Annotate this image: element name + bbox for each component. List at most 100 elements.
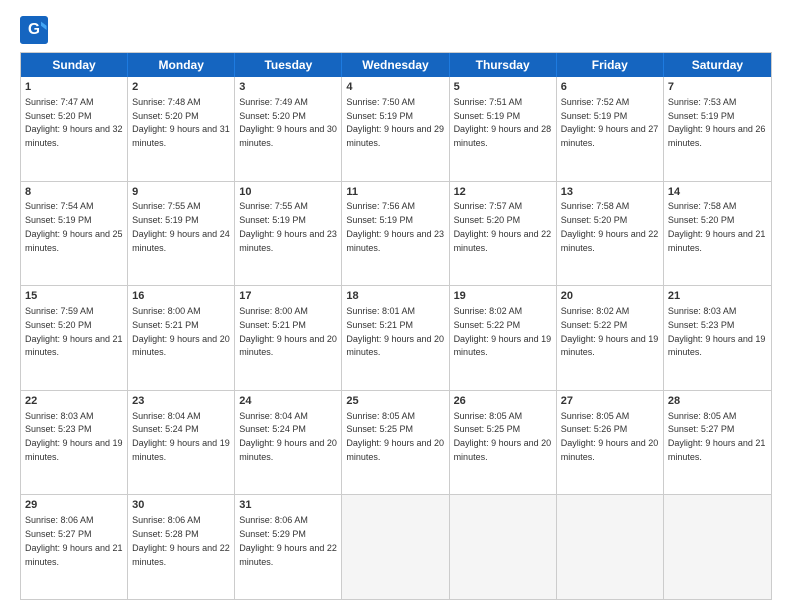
daylight: Daylight: 9 hours and 26 minutes. (668, 124, 766, 148)
sunset: Sunset: 5:20 PM (25, 111, 92, 121)
calendar-cell: 29 Sunrise: 8:06 AM Sunset: 5:27 PM Dayl… (21, 495, 128, 599)
day-number: 28 (668, 394, 767, 409)
sunset: Sunset: 5:19 PM (239, 215, 306, 225)
daylight: Daylight: 9 hours and 22 minutes. (132, 543, 230, 567)
weekday-header: Friday (557, 53, 664, 77)
calendar-cell: 23 Sunrise: 8:04 AM Sunset: 5:24 PM Dayl… (128, 391, 235, 495)
day-number: 31 (239, 498, 337, 513)
calendar-body: 1 Sunrise: 7:47 AM Sunset: 5:20 PM Dayli… (21, 77, 771, 599)
day-number: 19 (454, 289, 552, 304)
calendar-cell: 11 Sunrise: 7:56 AM Sunset: 5:19 PM Dayl… (342, 182, 449, 286)
day-number: 22 (25, 394, 123, 409)
sunrise: Sunrise: 7:47 AM (25, 97, 94, 107)
calendar-cell: 31 Sunrise: 8:06 AM Sunset: 5:29 PM Dayl… (235, 495, 342, 599)
sunset: Sunset: 5:19 PM (132, 215, 199, 225)
sunrise: Sunrise: 8:04 AM (132, 411, 201, 421)
day-number: 27 (561, 394, 659, 409)
daylight: Daylight: 9 hours and 20 minutes. (239, 438, 337, 462)
day-number: 29 (25, 498, 123, 513)
calendar-cell: 13 Sunrise: 7:58 AM Sunset: 5:20 PM Dayl… (557, 182, 664, 286)
weekday-header: Monday (128, 53, 235, 77)
sunset: Sunset: 5:20 PM (668, 215, 735, 225)
daylight: Daylight: 9 hours and 21 minutes. (668, 438, 766, 462)
daylight: Daylight: 9 hours and 19 minutes. (132, 438, 230, 462)
calendar-cell: 25 Sunrise: 8:05 AM Sunset: 5:25 PM Dayl… (342, 391, 449, 495)
day-number: 7 (668, 80, 767, 95)
sunrise: Sunrise: 8:06 AM (239, 515, 308, 525)
day-number: 14 (668, 185, 767, 200)
calendar: SundayMondayTuesdayWednesdayThursdayFrid… (20, 52, 772, 600)
calendar-cell (450, 495, 557, 599)
sunrise: Sunrise: 8:00 AM (239, 306, 308, 316)
day-number: 8 (25, 185, 123, 200)
calendar-cell: 30 Sunrise: 8:06 AM Sunset: 5:28 PM Dayl… (128, 495, 235, 599)
sunset: Sunset: 5:24 PM (239, 424, 306, 434)
sunset: Sunset: 5:22 PM (454, 320, 521, 330)
calendar-cell (557, 495, 664, 599)
sunset: Sunset: 5:27 PM (668, 424, 735, 434)
sunrise: Sunrise: 8:03 AM (668, 306, 737, 316)
calendar-cell: 16 Sunrise: 8:00 AM Sunset: 5:21 PM Dayl… (128, 286, 235, 390)
sunrise: Sunrise: 7:58 AM (561, 201, 630, 211)
sunrise: Sunrise: 8:05 AM (454, 411, 523, 421)
calendar-cell: 28 Sunrise: 8:05 AM Sunset: 5:27 PM Dayl… (664, 391, 771, 495)
day-number: 10 (239, 185, 337, 200)
weekday-header: Saturday (664, 53, 771, 77)
daylight: Daylight: 9 hours and 22 minutes. (561, 229, 659, 253)
daylight: Daylight: 9 hours and 24 minutes. (132, 229, 230, 253)
calendar-cell: 3 Sunrise: 7:49 AM Sunset: 5:20 PM Dayli… (235, 77, 342, 181)
calendar-row: 22 Sunrise: 8:03 AM Sunset: 5:23 PM Dayl… (21, 390, 771, 495)
sunset: Sunset: 5:28 PM (132, 529, 199, 539)
daylight: Daylight: 9 hours and 21 minutes. (668, 229, 766, 253)
sunset: Sunset: 5:19 PM (346, 215, 413, 225)
sunset: Sunset: 5:19 PM (561, 111, 628, 121)
sunrise: Sunrise: 7:54 AM (25, 201, 94, 211)
day-number: 18 (346, 289, 444, 304)
calendar-header: SundayMondayTuesdayWednesdayThursdayFrid… (21, 53, 771, 77)
day-number: 1 (25, 80, 123, 95)
day-number: 13 (561, 185, 659, 200)
day-number: 9 (132, 185, 230, 200)
day-number: 23 (132, 394, 230, 409)
calendar-cell: 14 Sunrise: 7:58 AM Sunset: 5:20 PM Dayl… (664, 182, 771, 286)
day-number: 30 (132, 498, 230, 513)
sunrise: Sunrise: 8:02 AM (454, 306, 523, 316)
daylight: Daylight: 9 hours and 20 minutes. (561, 438, 659, 462)
calendar-cell: 9 Sunrise: 7:55 AM Sunset: 5:19 PM Dayli… (128, 182, 235, 286)
svg-text:G: G (28, 21, 40, 38)
day-number: 15 (25, 289, 123, 304)
calendar-cell: 10 Sunrise: 7:55 AM Sunset: 5:19 PM Dayl… (235, 182, 342, 286)
sunset: Sunset: 5:20 PM (239, 111, 306, 121)
day-number: 3 (239, 80, 337, 95)
calendar-cell: 7 Sunrise: 7:53 AM Sunset: 5:19 PM Dayli… (664, 77, 771, 181)
calendar-cell: 2 Sunrise: 7:48 AM Sunset: 5:20 PM Dayli… (128, 77, 235, 181)
day-number: 16 (132, 289, 230, 304)
calendar-cell: 6 Sunrise: 7:52 AM Sunset: 5:19 PM Dayli… (557, 77, 664, 181)
calendar-cell: 5 Sunrise: 7:51 AM Sunset: 5:19 PM Dayli… (450, 77, 557, 181)
day-number: 25 (346, 394, 444, 409)
sunset: Sunset: 5:20 PM (25, 320, 92, 330)
calendar-cell: 15 Sunrise: 7:59 AM Sunset: 5:20 PM Dayl… (21, 286, 128, 390)
sunrise: Sunrise: 8:05 AM (561, 411, 630, 421)
calendar-cell: 4 Sunrise: 7:50 AM Sunset: 5:19 PM Dayli… (342, 77, 449, 181)
daylight: Daylight: 9 hours and 20 minutes. (239, 334, 337, 358)
day-number: 4 (346, 80, 444, 95)
page: G SundayMondayTuesdayWednesdayThursdayFr… (0, 0, 792, 612)
daylight: Daylight: 9 hours and 19 minutes. (668, 334, 766, 358)
day-number: 11 (346, 185, 444, 200)
daylight: Daylight: 9 hours and 31 minutes. (132, 124, 230, 148)
sunset: Sunset: 5:20 PM (561, 215, 628, 225)
day-number: 24 (239, 394, 337, 409)
daylight: Daylight: 9 hours and 29 minutes. (346, 124, 444, 148)
sunrise: Sunrise: 7:55 AM (132, 201, 201, 211)
sunrise: Sunrise: 7:48 AM (132, 97, 201, 107)
sunset: Sunset: 5:19 PM (668, 111, 735, 121)
weekday-header: Sunday (21, 53, 128, 77)
daylight: Daylight: 9 hours and 27 minutes. (561, 124, 659, 148)
sunset: Sunset: 5:25 PM (346, 424, 413, 434)
day-number: 21 (668, 289, 767, 304)
sunset: Sunset: 5:19 PM (454, 111, 521, 121)
daylight: Daylight: 9 hours and 25 minutes. (25, 229, 123, 253)
sunrise: Sunrise: 7:57 AM (454, 201, 523, 211)
daylight: Daylight: 9 hours and 19 minutes. (561, 334, 659, 358)
